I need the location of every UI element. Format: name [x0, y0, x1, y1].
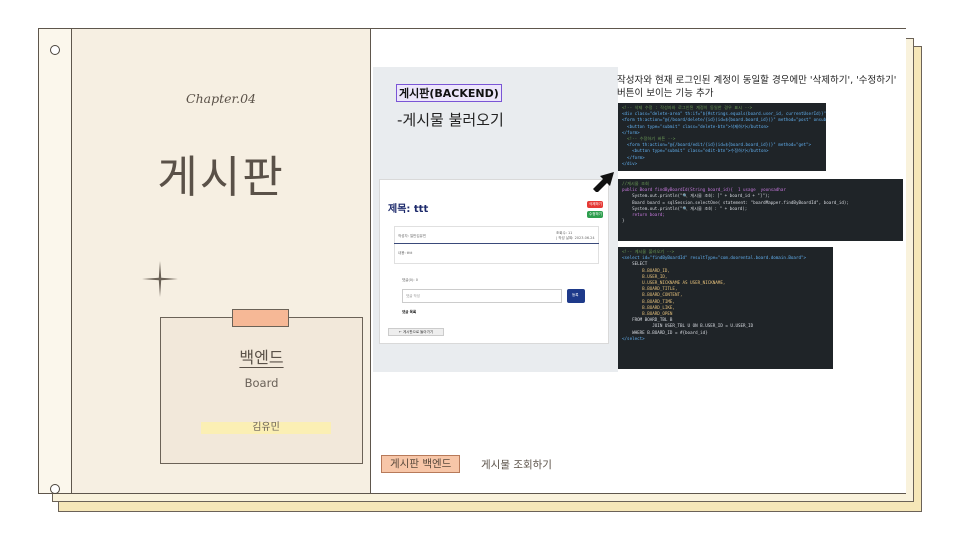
card-title: 백엔드	[239, 348, 284, 367]
card-author: 김유민	[201, 422, 331, 434]
mock-header-line	[394, 243, 599, 244]
section-subtitle: -게시물 불러오기	[397, 111, 504, 129]
code-block-java: //게시물 조회 public Board findByBoardId(Strin…	[618, 179, 903, 241]
footer-text: 게시물 조회하기	[481, 459, 552, 471]
mock-edit-button[interactable]: 수정하기	[587, 211, 603, 218]
info-card: 백엔드 Board 김유민	[160, 309, 363, 464]
code-line: </div>	[622, 160, 638, 166]
chapter-label: Chapter.04	[186, 91, 256, 106]
sparkle-icon	[142, 261, 178, 297]
binder-hole-top	[50, 45, 60, 55]
arrow-icon	[593, 172, 614, 192]
mock-comment-list: 댓글 목록	[402, 310, 417, 314]
feature-description: 작성자와 현재 로그인된 계정이 동일할 경우에만 '삭제하기', '수정하기'…	[617, 75, 897, 99]
mock-delete-button[interactable]: 삭제하기	[587, 201, 603, 208]
page-title: 게시판	[157, 152, 285, 203]
left-page: Chapter.04 게시판 백엔드 Board 김유민	[72, 29, 370, 493]
tape-decoration	[232, 309, 289, 327]
code-block-sql: <!-- 게시물 불러오기 --> <select id="findByBoard…	[618, 247, 833, 369]
code-line: <form th:action="@{/board/delete/{id}(id…	[622, 117, 826, 123]
right-page: 게시판(BACKEND) -게시물 불러오기 제목: ttt 삭제하기 수정하기…	[371, 29, 906, 493]
mock-date: | 작성 날짜: 2023.06.24	[556, 236, 595, 240]
mock-writer: 작성자: 일반김유민	[398, 234, 427, 238]
mock-post-title: 제목: ttt	[388, 204, 429, 215]
mock-comment-count: 댓글(0): 0	[402, 278, 418, 282]
code-block-html: <!-- 삭제 수정 : 작성자와 로그인된 계정이 동일한 경우 표시 -->…	[618, 103, 826, 171]
mock-comment-input[interactable]: 댓글 작성	[402, 289, 562, 303]
mock-submit-button[interactable]: 등록	[567, 289, 585, 303]
slide: Chapter.04 게시판 백엔드 Board 김유민 게시판(BACKEND…	[0, 0, 960, 540]
mock-content: 내용: tttt	[398, 251, 413, 255]
binder-hole-bottom	[50, 484, 60, 494]
card-subtitle: Board	[244, 376, 279, 390]
mock-back-button[interactable]: ← 게시판으로 돌아가기	[388, 328, 444, 336]
footer-tag: 게시판 백엔드	[381, 455, 461, 473]
section-title: 게시판(BACKEND)	[396, 84, 502, 102]
board-detail-mockup: 제목: ttt 삭제하기 수정하기 작성자: 일반김유민 조회수: 11 | 작…	[379, 179, 609, 344]
code-line: </select>	[622, 335, 645, 341]
binder-book: Chapter.04 게시판 백엔드 Board 김유민 게시판(BACKEND…	[38, 28, 906, 494]
code-line: <select id="findByBoardId" resultType="c…	[622, 255, 807, 261]
code-line: }	[622, 218, 625, 224]
